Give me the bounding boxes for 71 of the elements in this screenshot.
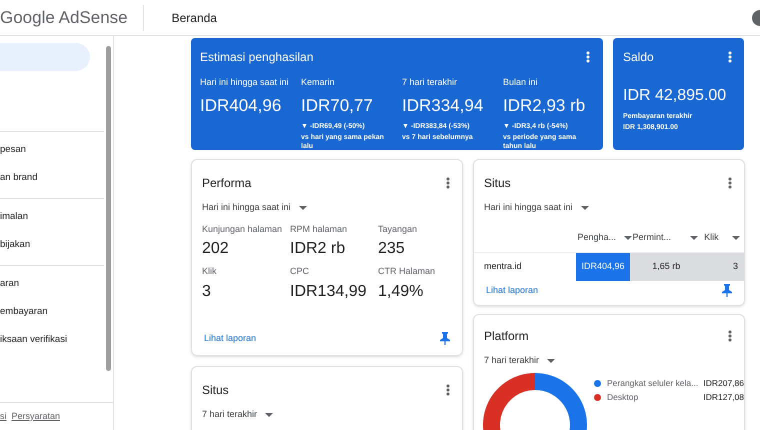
dropdown-caret-icon (298, 206, 307, 210)
card-title: Situs (484, 175, 511, 192)
column-header[interactable]: Permint... (630, 230, 702, 244)
metric-value: 202 (202, 239, 230, 259)
dropdown-caret-icon (580, 206, 589, 210)
metric-value: 3 (202, 282, 212, 302)
adsense-logo[interactable]: Google AdSense (0, 8, 128, 28)
pin-icon[interactable] (722, 284, 732, 297)
legend-label: Desktop (607, 390, 640, 404)
metric-label: Kunjungan halaman (202, 222, 284, 236)
column-header[interactable]: Klik (702, 230, 744, 244)
more-options-icon[interactable] (446, 384, 450, 396)
dropdown-caret-icon (624, 236, 632, 240)
card-title: Platform (484, 328, 529, 345)
card-title: Saldo (623, 49, 654, 66)
metric-label: CPC (290, 265, 310, 278)
card-title: Situs (202, 382, 229, 399)
metric-label: Kemarin (301, 76, 336, 89)
view-report-link[interactable]: Lihat laporan (204, 332, 256, 345)
dropdown-caret-icon (732, 236, 740, 240)
period-dropdown[interactable]: Hari ini hingga saat ini (484, 201, 589, 214)
metric-value: IDR134,99 (290, 282, 368, 302)
period-dropdown[interactable]: 7 hari terakhir (202, 408, 274, 422)
more-options-icon[interactable] (728, 51, 732, 63)
pin-icon[interactable] (440, 332, 450, 345)
footer-link[interactable]: si (0, 410, 6, 424)
metric-value: 1,49% (378, 282, 424, 302)
legend-value: IDR127,08 (703, 390, 744, 404)
table-cell: 1,65 rb (630, 252, 702, 280)
nav-item[interactable]: pesan (0, 136, 104, 164)
period-dropdown[interactable]: Hari ini hingga saat ini (202, 201, 307, 214)
nav-item[interactable]: bijakan (0, 231, 104, 259)
metric-label: Tayangan (378, 222, 418, 236)
table-cell-text: mentra.id (483, 260, 523, 273)
page-title: Beranda (172, 10, 217, 26)
more-options-icon[interactable] (728, 177, 732, 189)
metric-label: CTR Halaman (378, 265, 436, 278)
more-options-icon[interactable] (586, 51, 590, 63)
period-dropdown[interactable]: 7 hari terakhir (484, 354, 556, 368)
more-options-icon[interactable] (728, 330, 732, 342)
nav-item[interactable]: aran (0, 270, 104, 298)
table-cell: IDR404,96 (576, 252, 630, 280)
nav-item[interactable]: imalan (0, 203, 104, 231)
metric-value: IDR404,96 (200, 94, 282, 116)
more-options-icon[interactable] (446, 177, 450, 189)
metric-value: IDR2,93 rb (503, 94, 586, 116)
legend-value: IDR207,86 (703, 376, 744, 390)
nav-item[interactable]: embayaran (0, 298, 104, 326)
metric-value: 235 (378, 239, 406, 259)
metric-label: 7 hari terakhir (402, 76, 458, 89)
footer-link[interactable]: Persyaratan (12, 410, 60, 424)
balance-value: IDR 42,895.00 (623, 86, 728, 106)
metric-value: IDR334,94 (402, 94, 484, 116)
metric-value: IDR2 rb (290, 239, 346, 259)
dropdown-caret-icon (547, 358, 556, 363)
metric-label: Hari ini hingga saat ini (200, 76, 290, 89)
view-report-link[interactable]: Lihat laporan (486, 284, 538, 297)
nav-item[interactable]: iksaan verifikasi (0, 326, 104, 354)
metric-label: RPM halaman (290, 222, 348, 236)
card-title: Performa (202, 175, 252, 192)
nav-item[interactable]: an brand (0, 164, 104, 192)
card-title: Estimasi penghasilan (200, 49, 314, 66)
metric-label: Bulan ini (503, 76, 539, 89)
dropdown-caret-icon (690, 236, 698, 240)
metric-value: IDR70,77 (301, 94, 374, 116)
metric-label: Klik (202, 265, 218, 278)
dropdown-caret-icon (265, 412, 274, 417)
legend-label: Perangkat seluler kela... (607, 376, 700, 390)
scrollbar[interactable] (106, 46, 111, 371)
table-cell: 3 (702, 252, 744, 280)
column-header[interactable]: Pengha... (576, 230, 630, 244)
